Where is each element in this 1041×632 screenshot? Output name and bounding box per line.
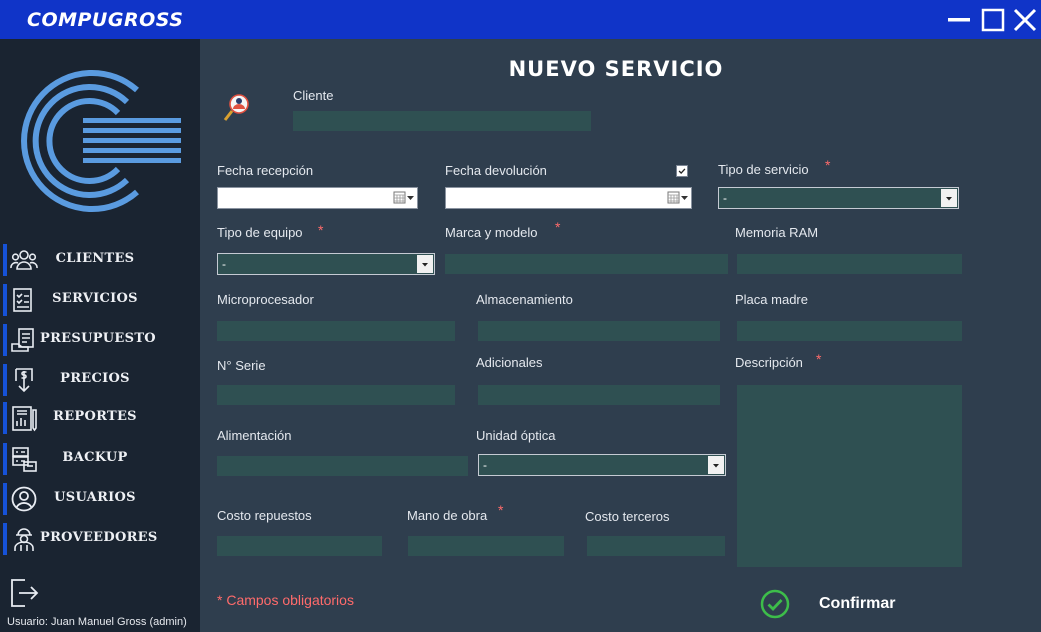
fecha-devolucion-checkbox[interactable] bbox=[676, 165, 688, 177]
title-bar[interactable]: COMPUGROSS bbox=[0, 0, 1041, 39]
app-window: COMPUGROSS CLIENTES SERVICIOS PRESUPUEST… bbox=[0, 0, 1041, 632]
required-mark: * bbox=[816, 351, 822, 367]
placa-madre-label: Placa madre bbox=[735, 292, 808, 307]
checklist-icon bbox=[13, 288, 32, 312]
mano-obra-input[interactable] bbox=[408, 536, 564, 556]
adicionales-label: Adicionales bbox=[476, 355, 543, 370]
descripcion-textarea[interactable] bbox=[737, 385, 962, 567]
sidebar-item-label: SERVICIOS bbox=[52, 291, 138, 306]
sidebar-item-label: BACKUP bbox=[62, 450, 128, 465]
nav-indicator bbox=[3, 523, 7, 555]
nav-indicator bbox=[3, 284, 7, 316]
sidebar-item-precios[interactable]: PRECIOS bbox=[0, 364, 200, 396]
sidebar: CLIENTES SERVICIOS $ PR bbox=[0, 39, 200, 632]
placa-madre-input[interactable] bbox=[737, 321, 962, 341]
sidebar-item-usuarios[interactable]: USUARIOS bbox=[0, 483, 200, 515]
calendar-dropdown-icon[interactable] bbox=[667, 191, 689, 205]
costo-repuestos-label: Costo repuestos bbox=[217, 508, 312, 523]
chevron-down-icon[interactable] bbox=[417, 255, 433, 273]
fecha-devolucion-picker[interactable] bbox=[445, 187, 692, 209]
nav-indicator bbox=[3, 244, 7, 276]
nav-indicator bbox=[3, 364, 7, 396]
check-circle-icon bbox=[760, 589, 790, 619]
sidebar-item-label: PRESUPUESTO bbox=[40, 331, 156, 346]
tipo-servicio-label: Tipo de servicio bbox=[718, 162, 809, 177]
tipo-equipo-select[interactable]: - bbox=[217, 253, 435, 275]
sidebar-item-backup[interactable]: BACKUP bbox=[0, 443, 200, 475]
user-label: Usuario: Juan Manuel Gross (admin) bbox=[7, 616, 187, 628]
sidebar-item-servicios[interactable]: SERVICIOS bbox=[0, 284, 200, 316]
fecha-recepcion-label: Fecha recepción bbox=[217, 163, 314, 178]
tipo-servicio-value: - bbox=[723, 191, 727, 205]
nav-indicator bbox=[3, 443, 7, 475]
sidebar-item-presupuesto[interactable]: $ PRESUPUESTO bbox=[0, 324, 200, 356]
supplier-icon bbox=[14, 528, 34, 551]
sidebar-item-label: REPORTES bbox=[53, 409, 137, 424]
logout-icon[interactable] bbox=[9, 576, 39, 610]
descripcion-label: Descripción bbox=[735, 355, 803, 370]
budget-icon: $ bbox=[11, 328, 34, 352]
required-mark: * bbox=[498, 502, 504, 518]
tipo-servicio-select[interactable]: - bbox=[718, 187, 959, 209]
minimize-button[interactable] bbox=[946, 7, 972, 33]
nav-indicator bbox=[3, 483, 7, 515]
cliente-input[interactable] bbox=[293, 111, 591, 131]
page-title: NUEVO SERVICIO bbox=[508, 57, 724, 81]
close-button[interactable] bbox=[1012, 7, 1038, 33]
mandatory-fields-note: * Campos obligatorios bbox=[217, 592, 354, 608]
chevron-down-icon[interactable] bbox=[708, 456, 724, 474]
required-mark: * bbox=[318, 222, 324, 238]
unidad-optica-value: - bbox=[483, 458, 487, 472]
chevron-down-icon[interactable] bbox=[941, 189, 957, 207]
required-mark: * bbox=[555, 219, 561, 235]
numero-serie-label: N° Serie bbox=[217, 358, 266, 373]
marca-modelo-label: Marca y modelo bbox=[445, 225, 538, 240]
tipo-equipo-label: Tipo de equipo bbox=[217, 225, 303, 240]
compugross-logo bbox=[21, 70, 181, 212]
almacenamiento-label: Almacenamiento bbox=[476, 292, 573, 307]
unidad-optica-label: Unidad óptica bbox=[476, 428, 556, 443]
maximize-button[interactable] bbox=[980, 7, 1006, 33]
fecha-recepcion-picker[interactable] bbox=[217, 187, 418, 209]
price-icon bbox=[15, 368, 33, 393]
memoria-ram-input[interactable] bbox=[737, 254, 962, 274]
nav-indicator bbox=[3, 324, 7, 356]
search-client-icon[interactable] bbox=[222, 92, 252, 124]
numero-serie-input[interactable] bbox=[217, 385, 455, 405]
alimentacion-label: Alimentación bbox=[217, 428, 292, 443]
unidad-optica-select[interactable]: - bbox=[478, 454, 726, 476]
sidebar-item-clientes[interactable]: CLIENTES bbox=[0, 244, 200, 276]
costo-terceros-label: Costo terceros bbox=[585, 509, 670, 524]
fecha-devolucion-label: Fecha devolución bbox=[445, 163, 547, 178]
adicionales-input[interactable] bbox=[478, 385, 720, 405]
main-panel: NUEVO SERVICIO Cliente Fecha recepción F… bbox=[200, 39, 1041, 632]
calendar-dropdown-icon[interactable] bbox=[393, 191, 415, 205]
users-icon bbox=[10, 250, 38, 270]
backup-icon bbox=[12, 447, 37, 472]
mano-obra-label: Mano de obra bbox=[407, 508, 488, 523]
confirm-label: Confirmar bbox=[819, 595, 896, 612]
microprocesador-input[interactable] bbox=[217, 321, 455, 341]
memoria-ram-label: Memoria RAM bbox=[735, 225, 819, 240]
sidebar-item-label: CLIENTES bbox=[55, 251, 135, 266]
almacenamiento-input[interactable] bbox=[478, 321, 720, 341]
costo-terceros-input[interactable] bbox=[587, 536, 725, 556]
microprocesador-label: Microprocesador bbox=[217, 292, 314, 307]
confirm-button[interactable]: Confirmar bbox=[757, 587, 907, 621]
required-mark: * bbox=[825, 157, 831, 173]
nav-indicator bbox=[3, 402, 7, 434]
report-icon bbox=[12, 406, 37, 432]
costo-repuestos-input[interactable] bbox=[217, 536, 382, 556]
sidebar-item-label: PRECIOS bbox=[60, 371, 130, 386]
alimentacion-input[interactable] bbox=[217, 456, 468, 476]
sidebar-item-proveedores[interactable]: PROVEEDORES bbox=[0, 523, 200, 555]
cliente-label: Cliente bbox=[293, 88, 334, 103]
tipo-equipo-value: - bbox=[222, 257, 226, 271]
sidebar-item-reportes[interactable]: REPORTES bbox=[0, 402, 200, 434]
app-title: COMPUGROSS bbox=[27, 9, 184, 31]
sidebar-item-label: PROVEEDORES bbox=[40, 530, 158, 545]
sidebar-item-label: USUARIOS bbox=[54, 490, 136, 505]
user-icon bbox=[11, 486, 37, 512]
marca-modelo-input[interactable] bbox=[445, 254, 728, 274]
